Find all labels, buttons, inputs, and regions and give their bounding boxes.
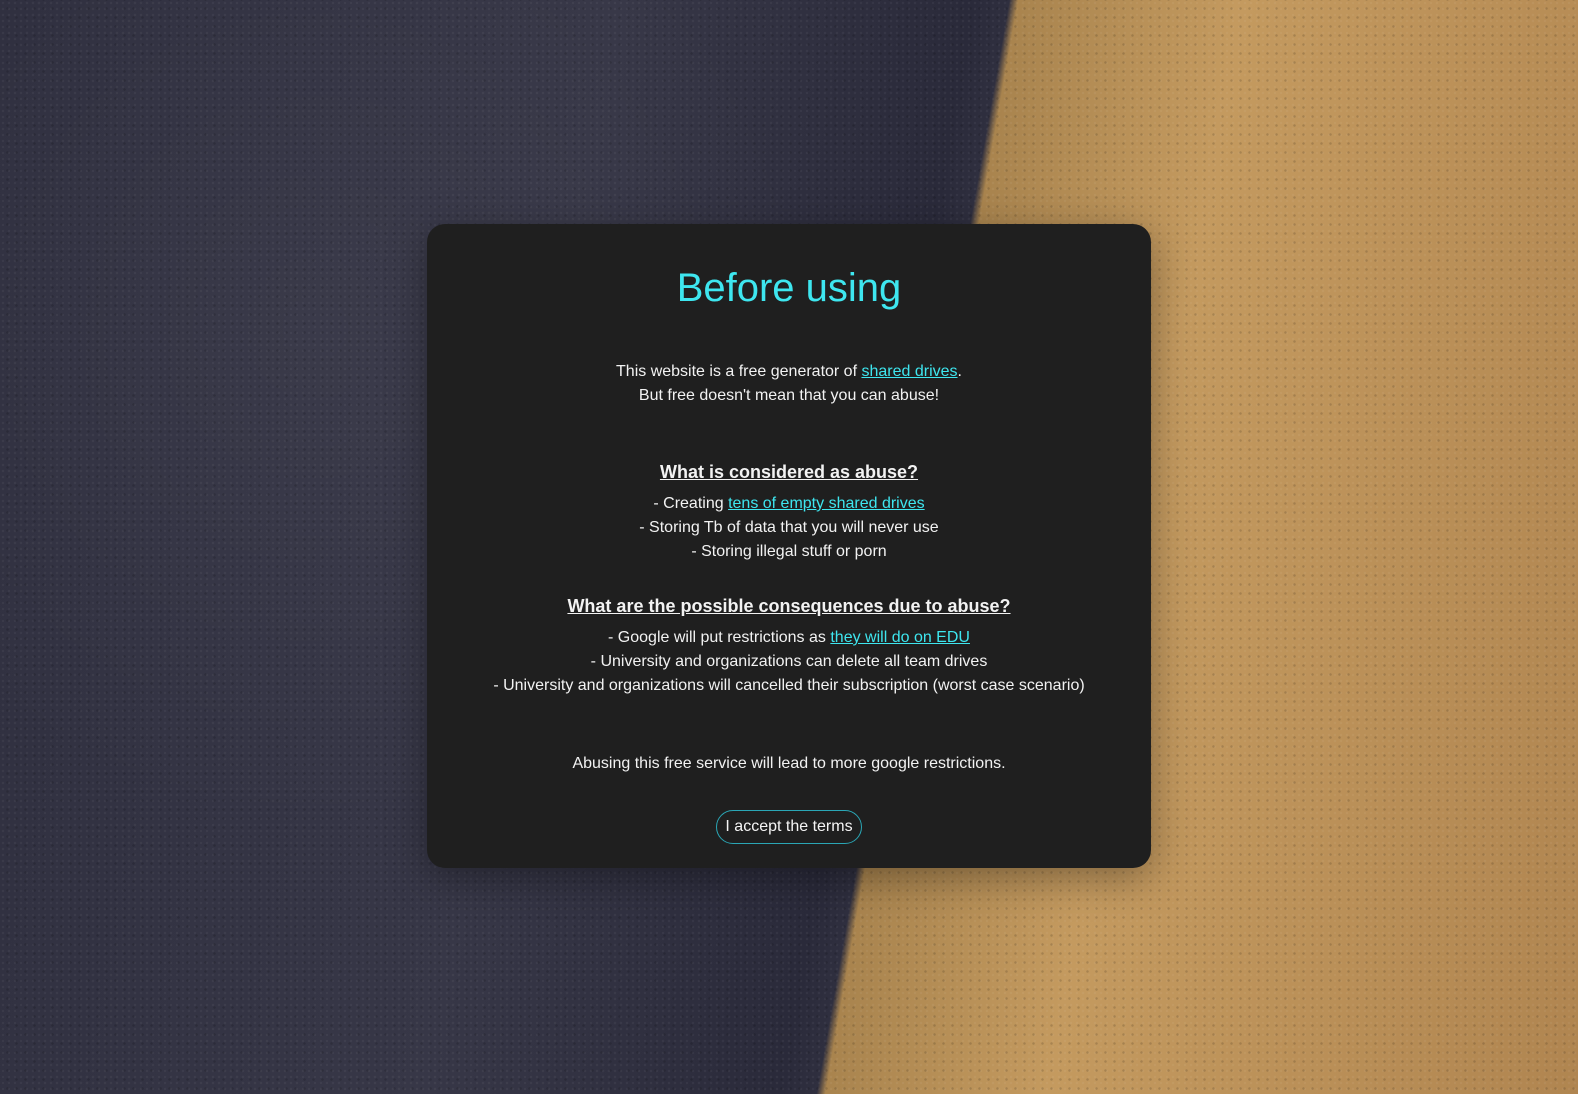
abuse-heading: What is considered as abuse? xyxy=(659,462,919,482)
accept-terms-button[interactable]: I accept the terms xyxy=(716,810,862,844)
abuse-item-3: - Storing illegal stuff or porn xyxy=(691,543,887,560)
consequence-item-1: - Google will put restrictions as they w… xyxy=(427,626,1151,650)
intro-line-2: But free doesn't mean that you can abuse… xyxy=(638,387,940,404)
intro-line-1-prefix: This website is a free generator of xyxy=(616,363,862,380)
consequences-list: - Google will put restrictions as they w… xyxy=(427,626,1151,698)
shared-drives-link[interactable]: shared drives xyxy=(861,363,957,380)
abuse-list: - Creating tens of empty shared drives -… xyxy=(427,492,1151,564)
consequence-item-2: - University and organizations can delet… xyxy=(590,653,988,670)
abuse-item-1-prefix: - Creating xyxy=(653,495,729,512)
empty-shared-drives-link[interactable]: tens of empty shared drives xyxy=(728,495,925,512)
terms-modal: Before using This website is a free gene… xyxy=(427,224,1151,868)
abuse-item-2: - Storing Tb of data that you will never… xyxy=(639,519,939,536)
consequences-heading: What are the possible consequences due t… xyxy=(567,596,1011,616)
intro-line-1: This website is a free generator of shar… xyxy=(427,360,1151,384)
intro-line-1-suffix: . xyxy=(957,363,962,380)
abuse-item-1: - Creating tens of empty shared drives xyxy=(427,492,1151,516)
edu-restrictions-link[interactable]: they will do on EDU xyxy=(830,629,970,646)
consequence-item-3: - University and organizations will canc… xyxy=(493,677,1085,694)
modal-title: Before using xyxy=(676,266,902,310)
footer-warning: Abusing this free service will lead to m… xyxy=(572,755,1006,772)
consequence-item-1-prefix: - Google will put restrictions as xyxy=(608,629,831,646)
intro-text: This website is a free generator of shar… xyxy=(427,360,1151,408)
